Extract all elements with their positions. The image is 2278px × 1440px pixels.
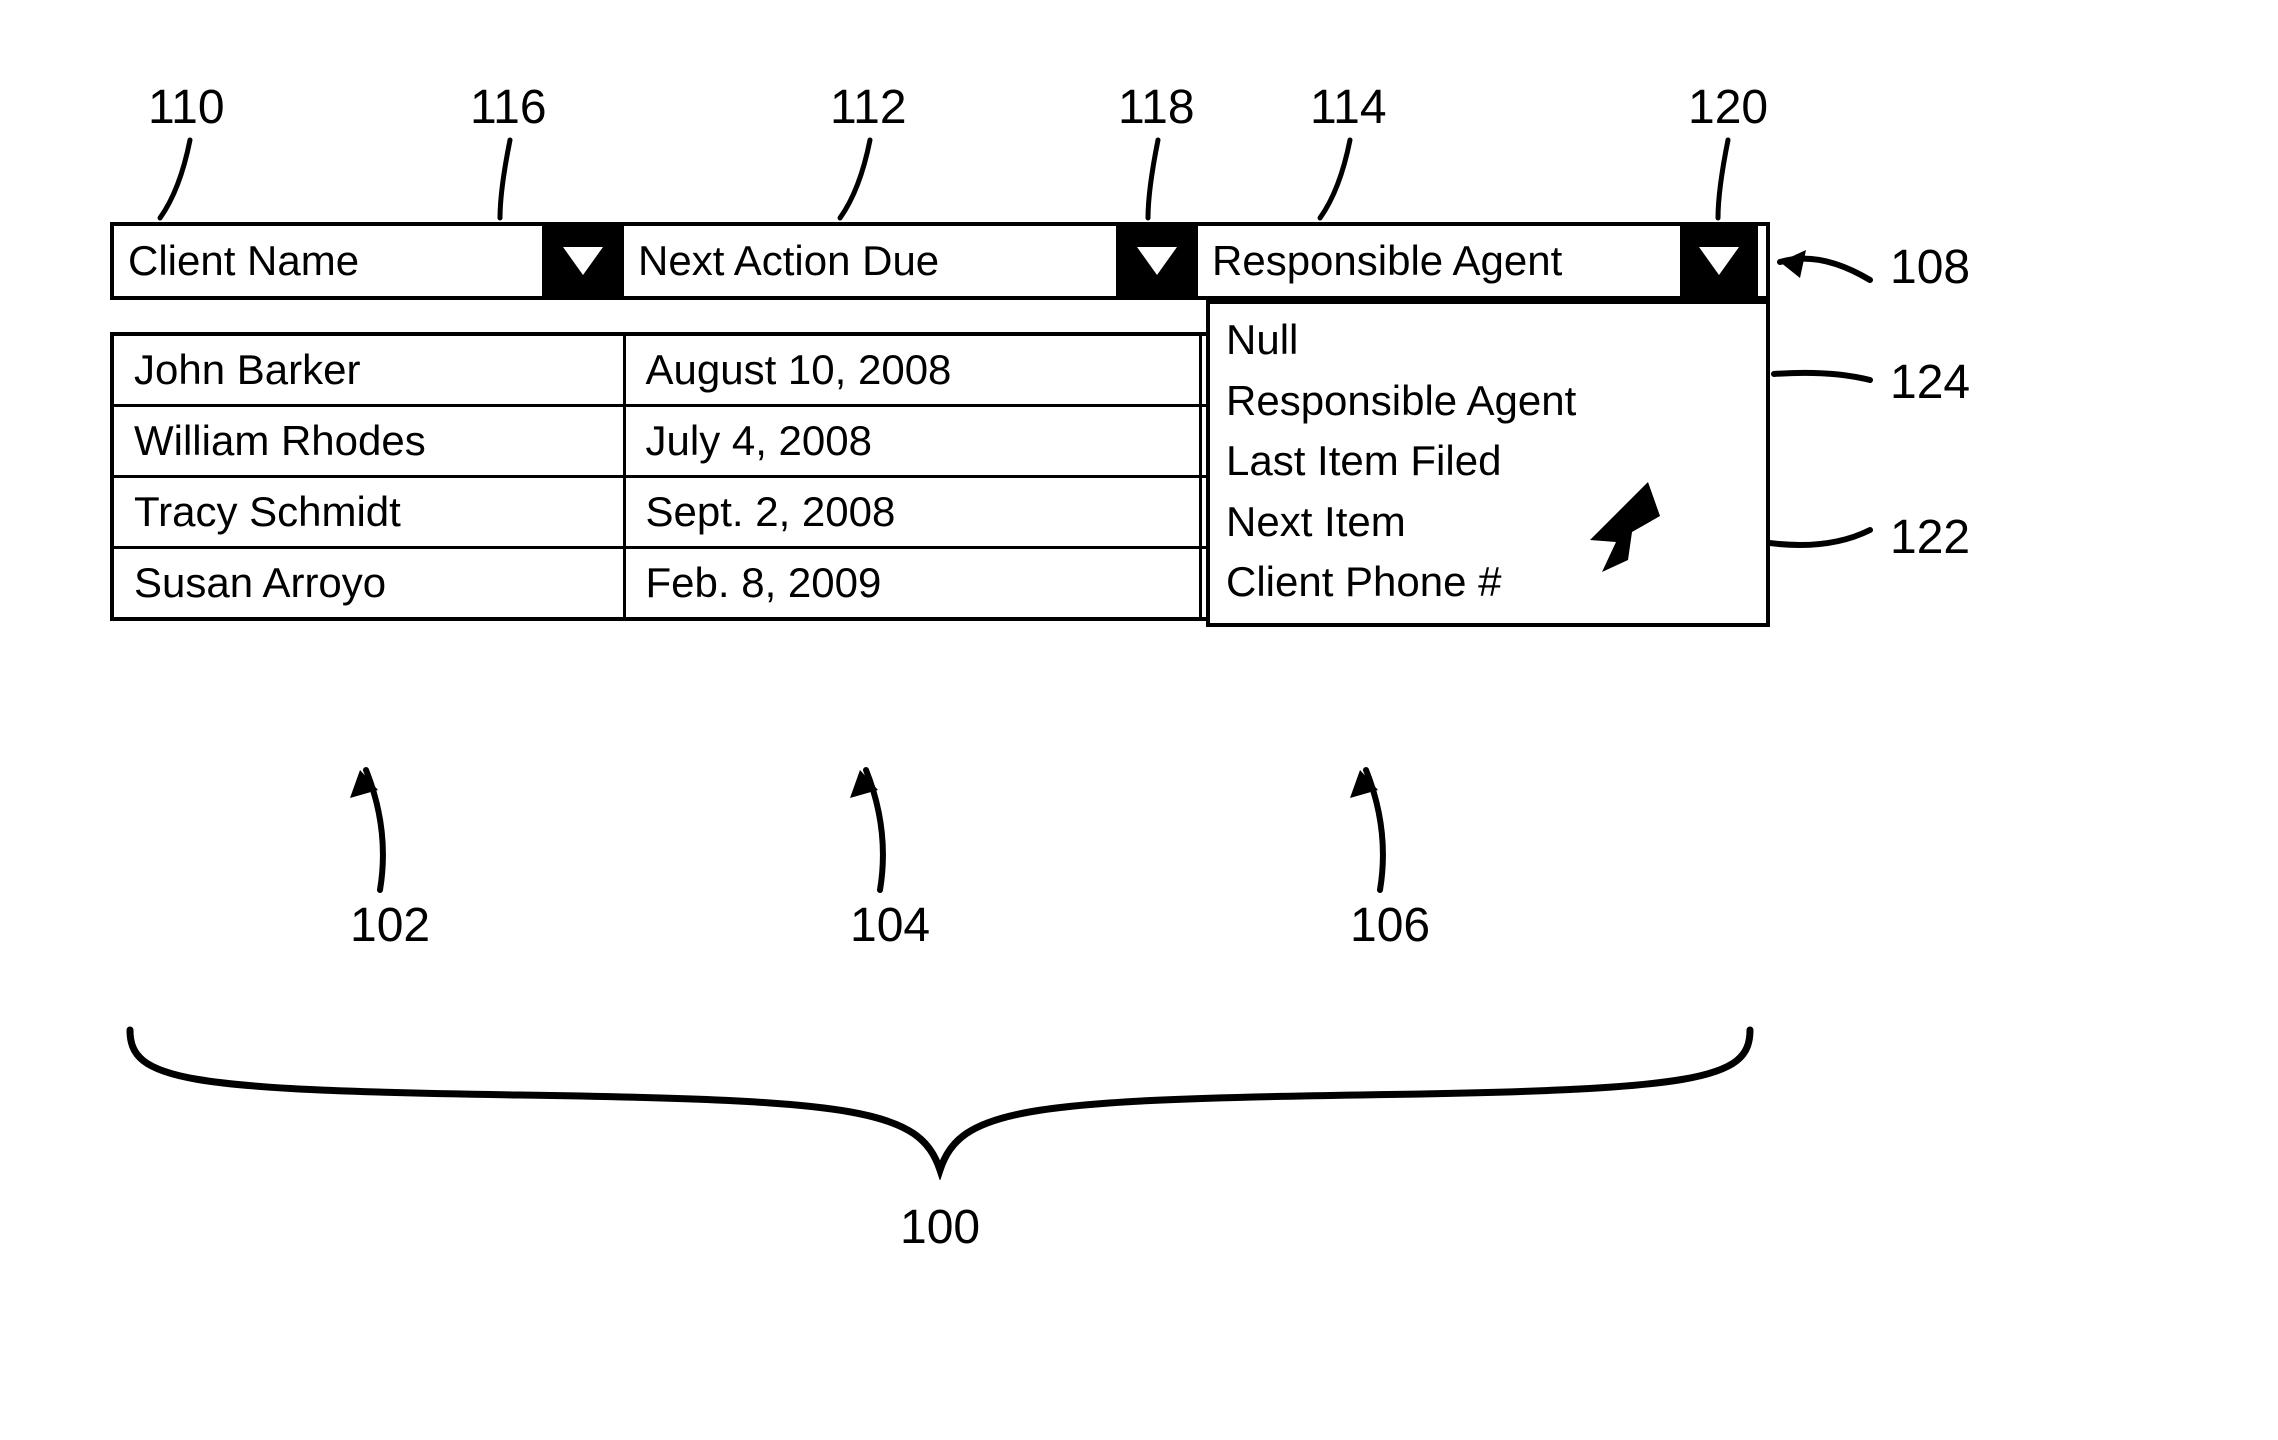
ref-106: 106: [1350, 898, 1430, 953]
cell-next-action-due: July 4, 2008: [624, 406, 1200, 477]
header-next-action-due[interactable]: Next Action Due: [624, 226, 1120, 296]
dropdown-toggle-responsible-agent[interactable]: [1680, 226, 1758, 296]
chevron-down-icon: [1135, 245, 1179, 277]
ref-104: 104: [850, 898, 930, 953]
header-next-action-due-label: Next Action Due: [638, 237, 939, 285]
column-header-row: Client Name Next Action Due Responsible …: [110, 222, 1770, 300]
figure-canvas: 110 116 112 118 114 120 Client Name: [0, 0, 2278, 1440]
cell-next-action-due: Feb. 8, 2009: [624, 548, 1200, 620]
cell-next-action-due: August 10, 2008: [624, 334, 1200, 406]
cell-client-name: William Rhodes: [112, 406, 624, 477]
dropdown-toggle-next-action-due[interactable]: [1120, 226, 1198, 296]
cell-client-name: John Barker: [112, 334, 624, 406]
leader-lines: [0, 0, 2278, 1440]
ref-122: 122: [1890, 510, 1970, 565]
header-client-name-label: Client Name: [128, 237, 359, 285]
cell-client-name: Susan Arroyo: [112, 548, 624, 620]
header-responsible-agent-label: Responsible Agent: [1212, 237, 1562, 285]
dropdown-option-null[interactable]: Null: [1226, 310, 1750, 371]
curly-brace-icon: [120, 1020, 1760, 1180]
cursor-arrow-icon: [1580, 470, 1690, 580]
cell-client-name: Tracy Schmidt: [112, 477, 624, 548]
ref-102: 102: [350, 898, 430, 953]
ref-124: 124: [1890, 355, 1970, 410]
chevron-down-icon: [561, 245, 605, 277]
dropdown-toggle-client-name[interactable]: [546, 226, 624, 296]
ref-100: 100: [900, 1200, 980, 1255]
dropdown-option-responsible-agent[interactable]: Responsible Agent: [1226, 371, 1750, 432]
header-responsible-agent[interactable]: Responsible Agent: [1198, 226, 1680, 296]
chevron-down-icon: [1697, 245, 1741, 277]
ref-108: 108: [1890, 240, 1970, 295]
header-client-name[interactable]: Client Name: [114, 226, 546, 296]
cell-next-action-due: Sept. 2, 2008: [624, 477, 1200, 548]
